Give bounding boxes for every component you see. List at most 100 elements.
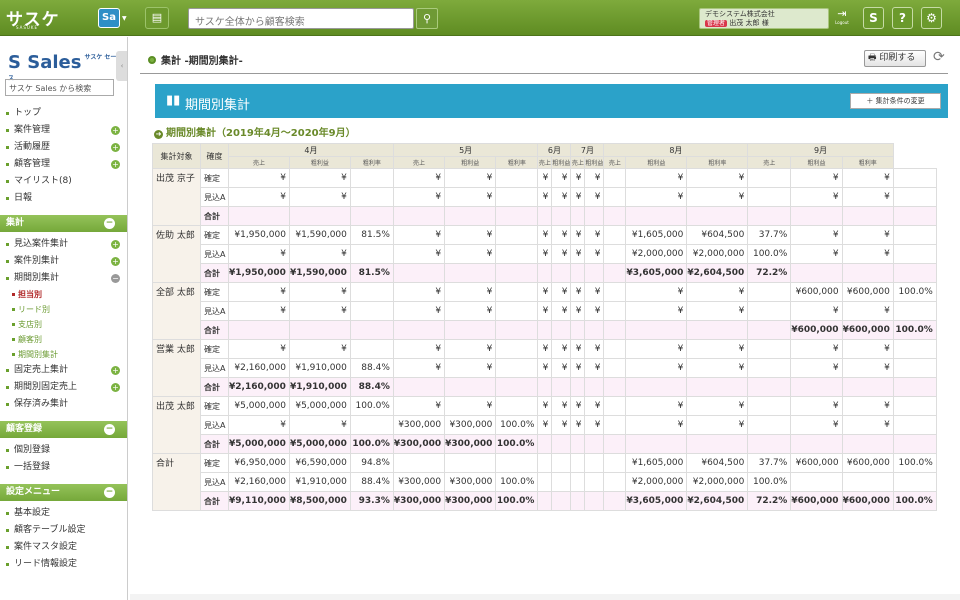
- table-row: 見込A ¥ ¥ ¥300,000 ¥300,000 100.0% ¥ ¥ ¥ ¥ ¥ ¥ ¥ ¥: [153, 415, 937, 435]
- sidebar-item[interactable]: 活動履歴 +: [0, 139, 127, 156]
- sidebar-item[interactable]: 日報: [0, 190, 127, 207]
- value-cell: [892, 434, 937, 454]
- value-cell: ¥: [686, 415, 749, 435]
- value-cell: ¥9,110,000: [228, 491, 290, 511]
- certainty-cell: 合計: [200, 377, 229, 397]
- value-cell: ¥1,950,000: [228, 263, 290, 283]
- logout-button[interactable]: ⇥ Logout: [832, 6, 852, 30]
- sidebar-item[interactable]: 固定売上集計 +: [0, 362, 127, 379]
- app-switcher-button[interactable]: Sa: [98, 8, 120, 28]
- user-info: デモシステム株式会社 管理者 出茂 太郎 様: [699, 8, 829, 29]
- value-cell: ¥5,000,000: [288, 434, 351, 454]
- sidebar-item[interactable]: リード情報設定: [0, 556, 127, 573]
- chat-icon[interactable]: ▤: [145, 7, 169, 29]
- sasuke-logo[interactable]: サスケ SASUKE: [6, 5, 60, 30]
- value-cell: [747, 187, 792, 207]
- sasuke-icon[interactable]: S: [863, 7, 884, 29]
- value-cell: [570, 320, 586, 340]
- sidebar-item[interactable]: 顧客管理 +: [0, 156, 127, 173]
- sidebar-item[interactable]: 見込案件集計 +: [0, 236, 127, 253]
- column-header: 売上: [747, 156, 792, 169]
- sidebar-subitem[interactable]: リード別: [0, 302, 127, 317]
- value-cell: ¥: [584, 358, 605, 378]
- summary-table: 集計対象 確度 4月 5月 6月 7月 8月 9月 売上 粗利益 粗利率 売上 粗利益 粗利率 売上 粗利益売…: [152, 143, 937, 511]
- add-icon[interactable]: +: [111, 240, 120, 249]
- certainty-cell: 合計: [200, 263, 229, 283]
- change-conditions-button[interactable]: ＋ 集計条件の変更: [850, 93, 941, 109]
- value-cell: [495, 244, 539, 264]
- value-cell: [747, 396, 792, 416]
- sidebar-item-label: 期間別集計: [14, 273, 60, 283]
- add-icon[interactable]: +: [111, 383, 120, 392]
- value-cell: [392, 453, 446, 473]
- value-cell: [551, 377, 572, 397]
- value-cell: [603, 263, 627, 283]
- sidebar-item[interactable]: 基本設定: [0, 505, 127, 522]
- value-cell: [686, 377, 749, 397]
- column-header: 粗利率: [841, 156, 894, 169]
- sidebar-item[interactable]: 案件管理 +: [0, 122, 127, 139]
- refresh-icon[interactable]: ⟳: [933, 49, 945, 65]
- sidebar-subitem[interactable]: 期間別集計: [0, 347, 127, 362]
- sidebar-collapse-button[interactable]: ‹: [116, 51, 127, 81]
- print-button[interactable]: 🖶 印刷する: [864, 50, 926, 67]
- sidebar-subitem[interactable]: 支店別: [0, 317, 127, 332]
- sidebar-item-label: 基本設定: [14, 508, 51, 518]
- column-header: 粗利益: [288, 156, 351, 169]
- sidebar-item[interactable]: 案件別集計 +: [0, 253, 127, 270]
- value-cell: [892, 339, 937, 359]
- value-cell: [495, 187, 539, 207]
- chevron-down-icon[interactable]: ▼: [122, 15, 127, 22]
- value-cell: [603, 225, 627, 245]
- add-icon[interactable]: +: [111, 126, 120, 135]
- sidebar-item[interactable]: 期間別集計 −: [0, 270, 127, 287]
- value-cell: ¥: [570, 415, 586, 435]
- target-name: 全部 太郎: [152, 282, 201, 340]
- value-cell: ¥1,910,000: [288, 377, 351, 397]
- add-icon[interactable]: +: [111, 160, 120, 169]
- global-search-input[interactable]: サスケ全体から顧客検索: [188, 8, 414, 29]
- value-cell: [537, 472, 553, 492]
- collapse-icon[interactable]: −: [104, 487, 115, 498]
- value-cell: ¥1,950,000: [228, 225, 290, 245]
- collapse-icon[interactable]: −: [104, 218, 115, 229]
- value-cell: [892, 244, 937, 264]
- value-cell: ¥: [625, 415, 688, 435]
- search-icon[interactable]: ⚲: [416, 8, 438, 29]
- help-icon[interactable]: ?: [892, 7, 913, 29]
- sidebar-item[interactable]: 顧客テーブル設定: [0, 522, 127, 539]
- value-cell: ¥: [570, 339, 586, 359]
- add-icon[interactable]: +: [111, 366, 120, 375]
- add-icon[interactable]: +: [111, 257, 120, 266]
- certainty-cell: 見込A: [200, 301, 229, 321]
- sidebar-section-header[interactable]: 顧客登録 −: [0, 421, 127, 438]
- sidebar-item-label: 個別登録: [14, 445, 51, 455]
- value-cell: ¥: [686, 396, 749, 416]
- value-cell: ¥300,000: [444, 491, 497, 511]
- company-name: デモシステム株式会社: [705, 10, 775, 18]
- gear-icon[interactable]: ⚙: [921, 7, 942, 29]
- collapse-icon[interactable]: −: [104, 424, 115, 435]
- sidebar-item[interactable]: トップ: [0, 105, 127, 122]
- add-icon[interactable]: +: [111, 143, 120, 152]
- horizontal-scrollbar[interactable]: [130, 594, 960, 600]
- sidebar-item-label: 顧客管理: [14, 159, 51, 169]
- sidebar-item[interactable]: 個別登録: [0, 442, 127, 459]
- sidebar-section-header[interactable]: 集計 −: [0, 215, 127, 232]
- sidebar-subitem[interactable]: 担当別: [0, 287, 127, 302]
- sidebar-item[interactable]: 案件マスタ設定: [0, 539, 127, 556]
- sidebar-item[interactable]: 一括登録: [0, 459, 127, 476]
- value-cell: [625, 206, 688, 226]
- sidebar-item[interactable]: 期間別固定売上 +: [0, 379, 127, 396]
- sidebar-search-input[interactable]: サスケ Sales から検索: [5, 79, 114, 96]
- value-cell: 88.4%: [349, 472, 394, 492]
- sidebar-item[interactable]: 保存済み集計: [0, 396, 127, 413]
- value-cell: [790, 472, 843, 492]
- collapse-icon[interactable]: −: [111, 274, 120, 283]
- value-cell: ¥: [228, 282, 290, 302]
- sidebar-item[interactable]: マイリスト(8): [0, 173, 127, 190]
- month-header: 6月: [537, 143, 572, 157]
- sidebar-section-header[interactable]: 設定メニュー −: [0, 484, 127, 501]
- value-cell: [892, 168, 937, 188]
- sidebar-subitem[interactable]: 顧客別: [0, 332, 127, 347]
